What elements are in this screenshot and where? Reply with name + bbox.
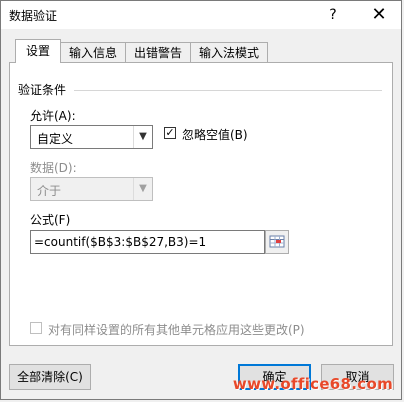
section-title: 验证条件 <box>18 83 67 97</box>
apply-all-label: 对有同样设置的所有其他单元格应用这些更改(P) <box>48 323 305 337</box>
title-bar: 数据验证 ? ✕ <box>1 1 401 29</box>
allow-label: 允许(A): <box>30 109 76 123</box>
watermark-logo: www.office68.com <box>232 375 393 393</box>
tab-error-alert[interactable]: 出错警告 <box>125 42 192 63</box>
allow-select[interactable]: 自定义 ▼ <box>30 125 153 149</box>
clear-all-button[interactable]: 全部清除(C) <box>9 364 91 390</box>
data-select[interactable]: 介于 ▼ <box>30 177 153 201</box>
tab-ime-mode[interactable]: 输入法模式 <box>190 42 269 63</box>
settings-panel: 验证条件 允许(A): 自定义 ▼ ✓ 忽略空值(B) 数据(D): 介于 ▼ … <box>9 62 393 346</box>
tab-settings[interactable]: 设置 <box>15 39 62 63</box>
ignore-blank-checkbox[interactable]: ✓ <box>164 127 176 139</box>
range-select-icon <box>269 235 285 248</box>
data-validation-dialog: 数据验证 ? ✕ 设置 输入信息 出错警告 输入法模式 验证条件 允许(A): … <box>0 0 402 400</box>
tab-strip: 设置 输入信息 出错警告 输入法模式 <box>15 39 269 63</box>
data-label: 数据(D): <box>30 161 77 175</box>
chevron-down-icon: ▼ <box>133 126 152 148</box>
formula-input[interactable]: =countif($B$3:$B$27,B3)=1 <box>30 230 265 254</box>
data-select-value: 介于 <box>37 184 62 198</box>
tab-input-message[interactable]: 输入信息 <box>60 42 127 63</box>
formula-label: 公式(F) <box>30 213 71 227</box>
allow-select-value: 自定义 <box>37 132 74 146</box>
close-button[interactable]: ✕ <box>367 3 391 27</box>
window-title: 数据验证 <box>9 9 58 23</box>
chevron-down-icon: ▼ <box>133 178 152 200</box>
apply-all-checkbox[interactable] <box>30 322 42 334</box>
range-select-button[interactable] <box>265 230 289 254</box>
help-button[interactable]: ? <box>323 5 343 25</box>
ignore-blank-label: 忽略空值(B) <box>182 128 248 142</box>
section-divider <box>74 90 382 91</box>
